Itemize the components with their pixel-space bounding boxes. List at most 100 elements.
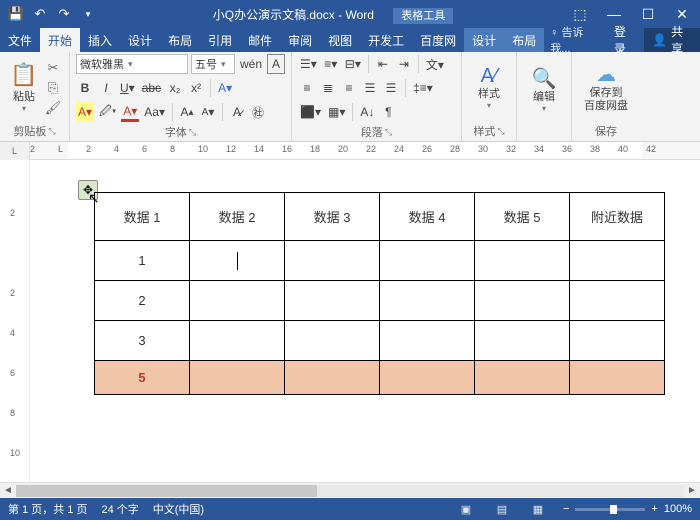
tab-file[interactable]: 文件 xyxy=(0,28,40,52)
zoom-out-button[interactable]: − xyxy=(563,503,569,515)
subscript-button[interactable]: x₂ xyxy=(166,78,184,98)
table-cell[interactable] xyxy=(190,321,285,361)
table-cell[interactable]: 5 xyxy=(95,361,190,395)
tab-view[interactable]: 视图 xyxy=(320,28,360,52)
qat-undo[interactable]: ↶ xyxy=(30,4,50,24)
document-table[interactable]: 数据 1数据 2数据 3数据 4数据 5附近数据1235 xyxy=(94,192,665,395)
scroll-thumb[interactable] xyxy=(16,485,317,497)
paste-button[interactable]: 📋 粘贴 ▾ xyxy=(6,60,42,115)
table-cell[interactable] xyxy=(380,281,475,321)
table-header-cell[interactable]: 数据 2 xyxy=(190,193,285,241)
styles-button[interactable]: A⁄ 样式 ▾ xyxy=(468,63,510,112)
increase-indent-button[interactable]: ⇥ xyxy=(395,54,413,74)
paragraph-launcher[interactable]: ⤡ xyxy=(385,127,392,138)
tab-table-design[interactable]: 设计 xyxy=(464,28,504,52)
font-color-button[interactable]: A▾ xyxy=(121,102,139,122)
table-cell[interactable] xyxy=(475,281,570,321)
font-name-combo[interactable]: 微软雅黑▾ xyxy=(76,54,188,74)
table-header-cell[interactable]: 数据 3 xyxy=(285,193,380,241)
table-cell[interactable] xyxy=(285,321,380,361)
table-cell[interactable] xyxy=(190,361,285,395)
grow-font-button[interactable]: A▴ xyxy=(178,102,196,122)
tab-developer[interactable]: 开发工 xyxy=(360,28,412,52)
asian-layout-button[interactable]: 文▾ xyxy=(424,54,446,74)
shading-button[interactable]: 🖉▾ xyxy=(97,102,118,122)
table-cell[interactable] xyxy=(285,361,380,395)
status-language[interactable]: 中文(中国) xyxy=(153,501,204,517)
highlight-button[interactable]: A▾ xyxy=(76,102,94,122)
multilevel-button[interactable]: ⊟▾ xyxy=(343,54,363,74)
clipboard-launcher[interactable]: ⤡ xyxy=(48,126,55,137)
align-right-button[interactable]: ≡ xyxy=(340,78,358,98)
tell-me[interactable]: ♀ 告诉我... xyxy=(544,24,606,56)
clear-formatting-button[interactable]: A̷ xyxy=(228,102,246,122)
italic-button[interactable]: I xyxy=(97,78,115,98)
tab-baidu[interactable]: 百度网 xyxy=(412,28,464,52)
bullets-button[interactable]: ☰▾ xyxy=(298,54,319,74)
change-case-button[interactable]: Aa▾ xyxy=(142,102,167,122)
document-page[interactable]: ✥ ↖ 数据 1数据 2数据 3数据 4数据 5附近数据1235 xyxy=(30,160,700,482)
decrease-indent-button[interactable]: ⇤ xyxy=(374,54,392,74)
enclose-characters-button[interactable]: ㊓ xyxy=(249,102,267,122)
text-effects-button[interactable]: A▾ xyxy=(216,78,234,98)
table-cell[interactable] xyxy=(570,281,665,321)
table-cell[interactable] xyxy=(570,321,665,361)
qat-redo[interactable]: ↷ xyxy=(54,4,74,24)
tab-layout[interactable]: 布局 xyxy=(160,28,200,52)
line-spacing-button[interactable]: ‡≡▾ xyxy=(411,78,435,98)
tab-mailings[interactable]: 邮件 xyxy=(240,28,280,52)
table-header-cell[interactable]: 数据 1 xyxy=(95,193,190,241)
status-word-count[interactable]: 24 个字 xyxy=(101,501,138,517)
cut-button[interactable]: ✂ xyxy=(44,59,62,77)
underline-button[interactable]: U▾ xyxy=(118,78,137,98)
align-justify-button[interactable]: ☰ xyxy=(361,78,379,98)
scroll-right-button[interactable]: ► xyxy=(684,485,700,496)
table-cell[interactable] xyxy=(475,361,570,395)
tab-table-layout[interactable]: 布局 xyxy=(504,28,544,52)
table-header-cell[interactable]: 数据 4 xyxy=(380,193,475,241)
phonetic-guide-button[interactable]: wén xyxy=(238,54,264,74)
table-cell[interactable] xyxy=(475,321,570,361)
para-shading-button[interactable]: ⬛▾ xyxy=(298,102,323,122)
share-button[interactable]: 👤共享 xyxy=(644,28,700,52)
table-cell[interactable] xyxy=(190,241,285,281)
shrink-font-button[interactable]: A▾ xyxy=(199,102,217,122)
editing-button[interactable]: 🔍 编辑 ▾ xyxy=(523,64,565,115)
qat-customize[interactable]: ▾ xyxy=(78,4,98,24)
table-cell[interactable] xyxy=(570,361,665,395)
strikethrough-button[interactable]: abc xyxy=(140,78,163,98)
table-cell[interactable] xyxy=(380,361,475,395)
tab-design[interactable]: 设计 xyxy=(120,28,160,52)
table-header-cell[interactable]: 数据 5 xyxy=(475,193,570,241)
align-distribute-button[interactable]: ☰ xyxy=(382,78,400,98)
table-cell[interactable] xyxy=(380,241,475,281)
table-header-cell[interactable]: 附近数据 xyxy=(570,193,665,241)
zoom-level[interactable]: 100% xyxy=(664,503,692,515)
show-marks-button[interactable]: ¶ xyxy=(379,102,397,122)
numbering-button[interactable]: ≡▾ xyxy=(322,54,340,74)
table-cell[interactable] xyxy=(285,241,380,281)
table-cell[interactable] xyxy=(285,281,380,321)
tab-review[interactable]: 审阅 xyxy=(280,28,320,52)
horizontal-scrollbar[interactable]: ◄ ► xyxy=(0,482,700,498)
table-cell[interactable]: 1 xyxy=(95,241,190,281)
align-left-button[interactable]: ≡ xyxy=(298,78,316,98)
view-print-layout[interactable]: ▤ xyxy=(491,500,513,518)
table-cell[interactable] xyxy=(570,241,665,281)
scroll-left-button[interactable]: ◄ xyxy=(0,485,16,496)
status-page[interactable]: 第 1 页，共 1 页 xyxy=(8,501,87,517)
view-web-layout[interactable]: ▦ xyxy=(527,500,549,518)
zoom-slider[interactable] xyxy=(575,508,645,511)
sort-button[interactable]: A↓ xyxy=(358,102,376,122)
styles-launcher[interactable]: ⤡ xyxy=(497,126,504,137)
table-cell[interactable] xyxy=(190,281,285,321)
zoom-in-button[interactable]: + xyxy=(651,503,657,515)
table-cell[interactable]: 3 xyxy=(95,321,190,361)
format-painter-button[interactable]: 🖌 xyxy=(44,99,62,117)
view-read-mode[interactable]: ▣ xyxy=(455,500,477,518)
tab-references[interactable]: 引用 xyxy=(200,28,240,52)
save-to-baidu-button[interactable]: ☁ 保存到 百度网盘 xyxy=(578,60,634,115)
copy-button[interactable]: ⎘ xyxy=(44,79,62,97)
superscript-button[interactable]: x² xyxy=(187,78,205,98)
font-launcher[interactable]: ⤡ xyxy=(189,127,196,138)
